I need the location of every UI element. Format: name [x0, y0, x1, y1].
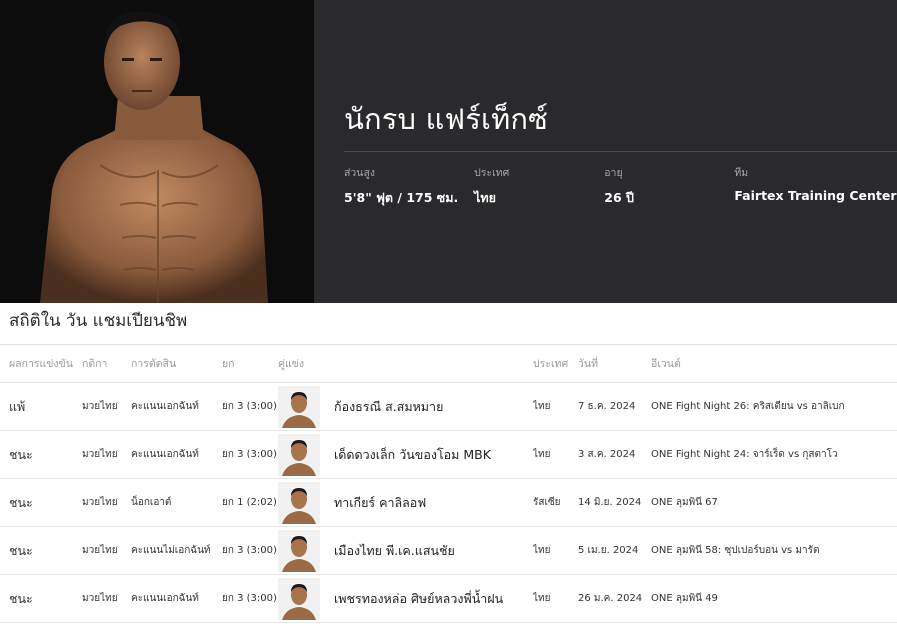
- fight-record-table: ผลการแข่งขัน กติกา การตัดสิน ยก คู่แข่ง …: [0, 344, 897, 623]
- stat-label: ส่วนสูง: [344, 167, 376, 179]
- section-title: สถิติใน วัน แชมเปียนชิพ: [9, 311, 188, 331]
- rules-cell: มวยไทย: [82, 526, 131, 575]
- fighter-photo-image: [0, 0, 314, 303]
- opponent-name[interactable]: ทาเกียร์ คาลิลอฟ: [334, 493, 426, 513]
- round-cell: ยก 3 (3:00): [222, 382, 278, 431]
- fighter-info-panel: นักรบ แฟร์เท็กซ์ ส่วนสูง 5'8" ฟุต / 175 …: [314, 0, 897, 303]
- event-link[interactable]: ONE ลุมพินี 58: ซุปเปอร์บอน vs มารัต: [651, 526, 897, 575]
- event-link[interactable]: ONE Fight Night 24: จาร์เร็ด vs กุสตาโว: [651, 430, 897, 479]
- stat-country: ประเทศ ไทย: [474, 164, 604, 208]
- result-cell: ชนะ: [0, 574, 82, 623]
- event-link[interactable]: ONE ลุมพินี 67: [651, 478, 897, 527]
- opponent-avatar[interactable]: [278, 433, 320, 476]
- fighter-stats: ส่วนสูง 5'8" ฟุต / 175 ซม. ประเทศ ไทย อา…: [344, 151, 897, 208]
- opponent-name[interactable]: เพชรทองหล่อ ศิษย์หลวงพี่น้ำฝน: [334, 589, 503, 609]
- fighter-hero: นักรบ แฟร์เท็กซ์ ส่วนสูง 5'8" ฟุต / 175 …: [0, 0, 897, 303]
- method-cell: คะแนนเอกฉันท์: [131, 574, 222, 623]
- rules-cell: มวยไทย: [82, 574, 131, 623]
- table-row[interactable]: ชนะ มวยไทย คะแนนไม่เอกฉันท์ ยก 3 (3:00) เมือ…: [0, 526, 897, 575]
- country-cell: ไทย: [533, 430, 578, 479]
- fighter-name: นักรบ แฟร์เท็กซ์: [344, 102, 549, 136]
- country-cell: ไทย: [533, 382, 578, 431]
- country-cell: ไทย: [533, 574, 578, 623]
- result-cell: ชนะ: [0, 478, 82, 527]
- date-cell: 5 เม.ย. 2024: [578, 526, 651, 575]
- stat-value: 26 ปี: [604, 190, 634, 205]
- date-cell: 26 ม.ค. 2024: [578, 574, 651, 623]
- opponent-name[interactable]: ก้องธรณี ส.สมหมาย: [334, 397, 443, 417]
- header-date[interactable]: วันที่: [578, 344, 651, 383]
- result-cell: ชนะ: [0, 526, 82, 575]
- table-row[interactable]: แพ้ มวยไทย คะแนนเอกฉันท์ ยก 3 (3:00) ก้องธรณ…: [0, 382, 897, 431]
- stat-label: ทีม: [734, 167, 749, 179]
- header-country[interactable]: ประเทศ: [533, 344, 578, 383]
- table-row[interactable]: ชนะ มวยไทย คะแนนเอกฉันท์ ยก 3 (3:00) เด็ดดวง…: [0, 430, 897, 479]
- header-event[interactable]: อีเวนต์: [651, 344, 897, 383]
- header-opponent[interactable]: คู่แข่ง: [278, 344, 533, 383]
- opponent-cell[interactable]: ก้องธรณี ส.สมหมาย: [278, 382, 533, 431]
- stat-value: ไทย: [474, 190, 496, 205]
- stat-height: ส่วนสูง 5'8" ฟุต / 175 ซม.: [344, 164, 474, 208]
- fighter-photo: [0, 0, 314, 303]
- date-cell: 3 ส.ค. 2024: [578, 430, 651, 479]
- header-method[interactable]: การตัดสิน: [131, 344, 222, 383]
- avatar-image: [278, 385, 320, 428]
- date-cell: 14 มิ.ย. 2024: [578, 478, 651, 527]
- event-link[interactable]: ONE ลุมพินี 49: [651, 574, 897, 623]
- table-header-row: ผลการแข่งขัน กติกา การตัดสิน ยก คู่แข่ง …: [0, 344, 897, 383]
- avatar-image: [278, 481, 320, 524]
- result-cell: แพ้: [0, 382, 82, 431]
- method-cell: น็อกเอาต์: [131, 478, 222, 527]
- method-cell: คะแนนไม่เอกฉันท์: [131, 526, 222, 575]
- opponent-cell[interactable]: เมืองไทย พี.เค.แสนชัย: [278, 526, 533, 575]
- round-cell: ยก 3 (3:00): [222, 574, 278, 623]
- opponent-cell[interactable]: เพชรทองหล่อ ศิษย์หลวงพี่น้ำฝน: [278, 574, 533, 623]
- event-link[interactable]: ONE Fight Night 26: คริสเตียน vs อาลิเบก: [651, 382, 897, 431]
- rules-cell: มวยไทย: [82, 382, 131, 431]
- round-cell: ยก 3 (3:00): [222, 526, 278, 575]
- header-rules[interactable]: กติกา: [82, 344, 131, 383]
- method-cell: คะแนนเอกฉันท์: [131, 430, 222, 479]
- opponent-name[interactable]: เมืองไทย พี.เค.แสนชัย: [334, 541, 455, 561]
- header-result[interactable]: ผลการแข่งขัน: [0, 344, 82, 383]
- round-cell: ยก 3 (3:00): [222, 430, 278, 479]
- table-row[interactable]: ชนะ มวยไทย คะแนนเอกฉันท์ ยก 3 (3:00) เพชรทอง…: [0, 574, 897, 623]
- stat-value: Fairtex Training Center: [734, 188, 897, 203]
- avatar-image: [278, 577, 320, 620]
- header-round[interactable]: ยก: [222, 344, 278, 383]
- country-cell: ไทย: [533, 526, 578, 575]
- rules-cell: มวยไทย: [82, 430, 131, 479]
- avatar-image: [278, 433, 320, 476]
- country-cell: รัสเซีย: [533, 478, 578, 527]
- opponent-avatar[interactable]: [278, 577, 320, 620]
- opponent-cell[interactable]: เด็ดดวงเล็ก วันของโอม MBK: [278, 430, 533, 479]
- stat-age: อายุ 26 ปี: [604, 164, 734, 208]
- date-cell: 7 ธ.ค. 2024: [578, 382, 651, 431]
- opponent-cell[interactable]: ทาเกียร์ คาลิลอฟ: [278, 478, 533, 527]
- rules-cell: มวยไทย: [82, 478, 131, 527]
- method-cell: คะแนนเอกฉันท์: [131, 382, 222, 431]
- round-cell: ยก 1 (2:02): [222, 478, 278, 527]
- opponent-avatar[interactable]: [278, 481, 320, 524]
- result-cell: ชนะ: [0, 430, 82, 479]
- opponent-name[interactable]: เด็ดดวงเล็ก วันของโอม MBK: [334, 445, 491, 465]
- opponent-avatar[interactable]: [278, 385, 320, 428]
- table-row[interactable]: ชนะ มวยไทย น็อกเอาต์ ยก 1 (2:02) ทาเกียร์ คา…: [0, 478, 897, 527]
- avatar-image: [278, 529, 320, 572]
- stat-label: อายุ: [604, 167, 623, 179]
- opponent-avatar[interactable]: [278, 529, 320, 572]
- stat-label: ประเทศ: [474, 167, 510, 179]
- stat-value: 5'8" ฟุต / 175 ซม.: [344, 190, 459, 205]
- stat-team: ทีม Fairtex Training Center: [734, 164, 897, 208]
